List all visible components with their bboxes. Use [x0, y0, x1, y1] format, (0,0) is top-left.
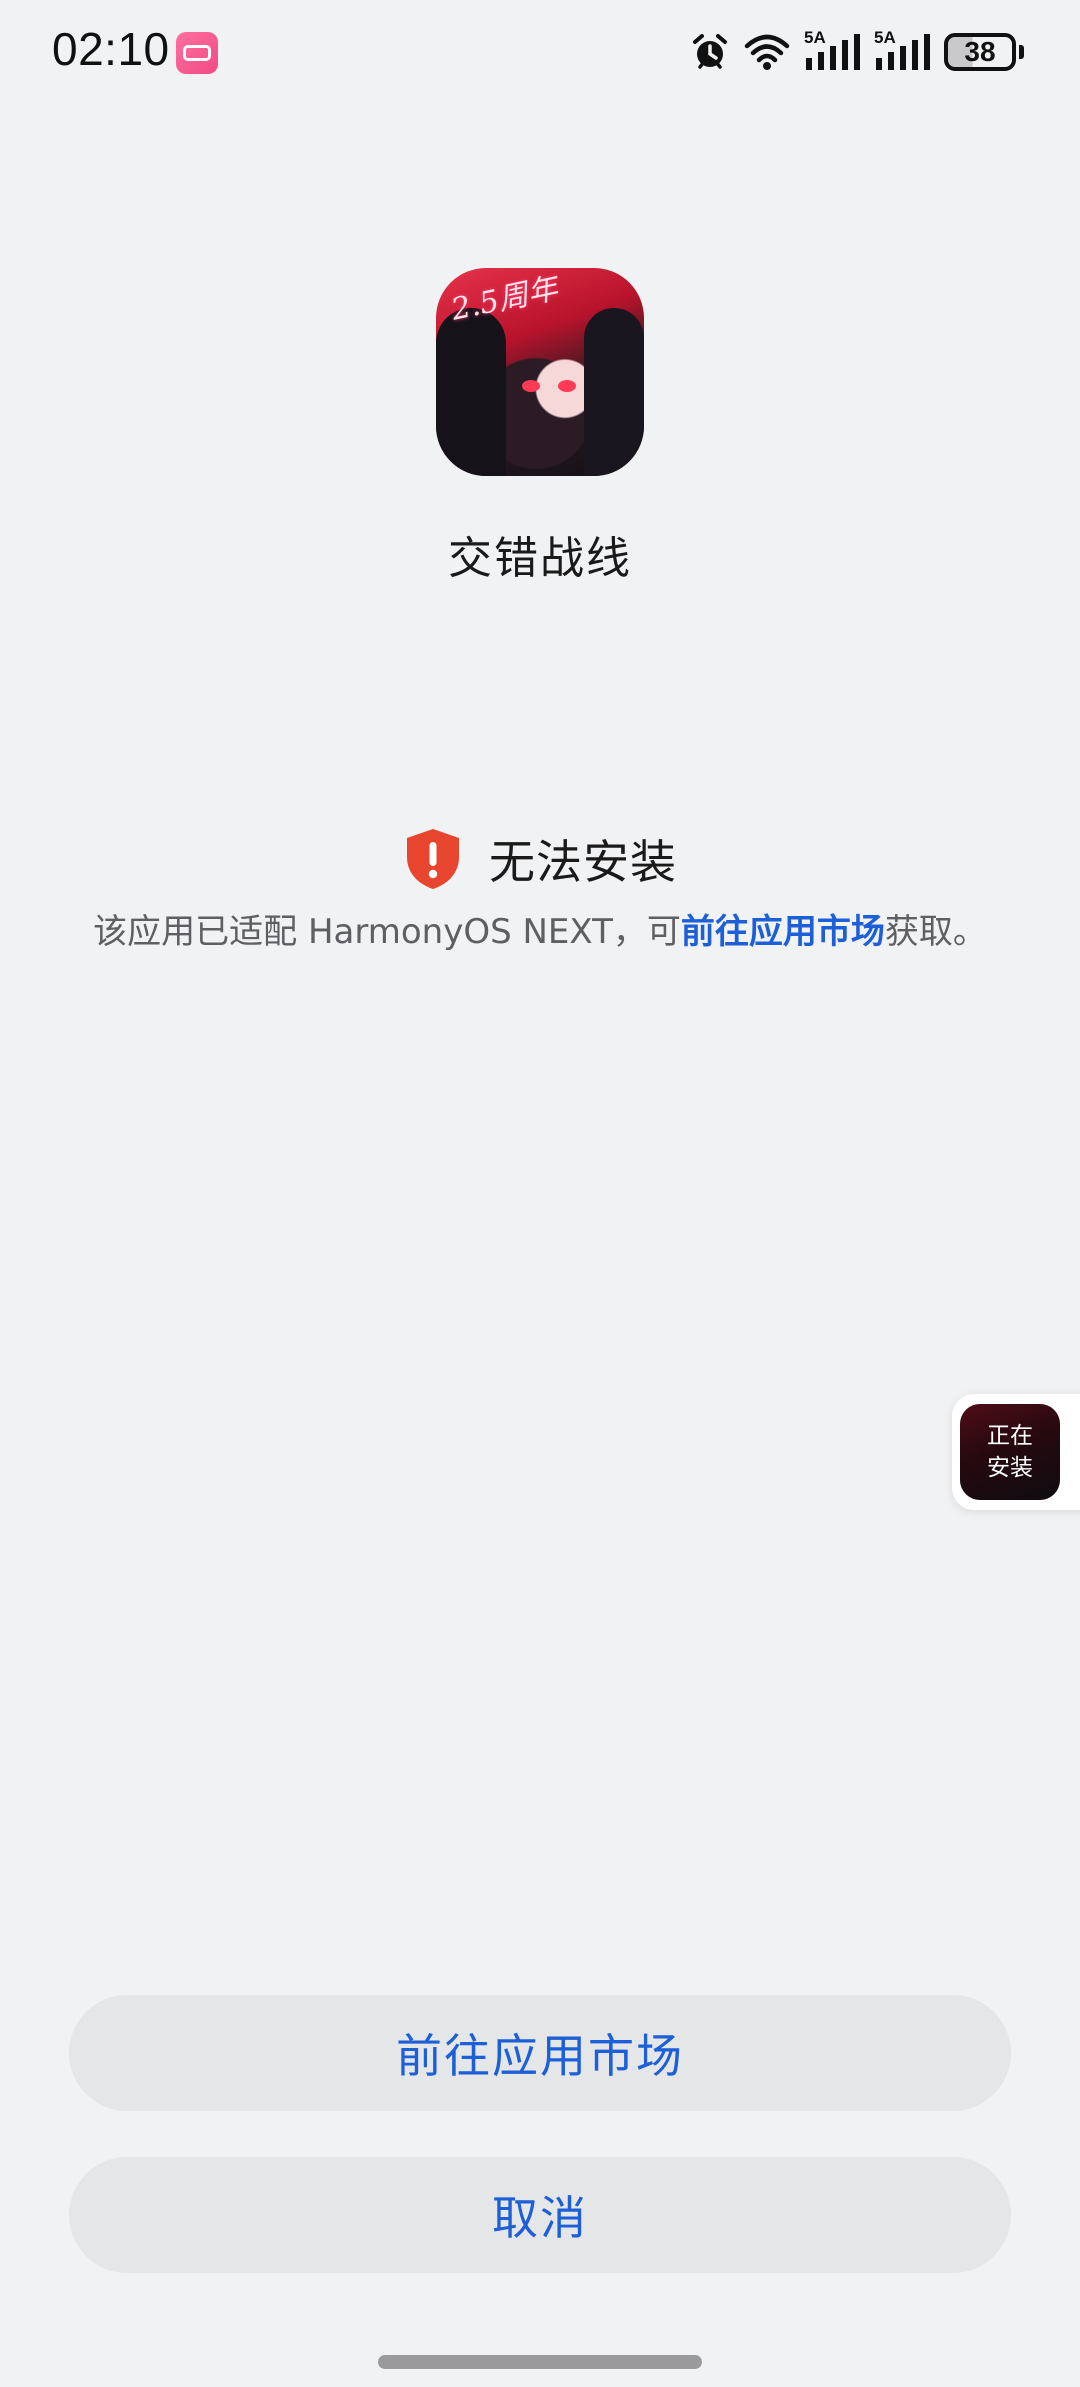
status-time: 02:10: [52, 23, 170, 75]
app-icon: 2.5周年: [436, 268, 644, 476]
error-desc-prefix: 该应用已适配 HarmonyOS NEXT，可: [93, 912, 681, 952]
cellular-signal-1-icon: 5A: [804, 28, 860, 72]
app-market-link[interactable]: 前往应用市场: [681, 912, 885, 952]
battery-level: 38: [944, 33, 1016, 71]
wifi-icon: [744, 34, 790, 70]
home-indicator[interactable]: [378, 2355, 702, 2369]
installing-app-thumbnail: 正在 安装: [960, 1404, 1060, 1500]
error-title: 无法安装: [489, 835, 677, 889]
cellular-signal-2-icon: 5A: [874, 28, 930, 72]
app-icon-badge: 2.5周年: [448, 271, 561, 328]
status-icons: 5A 5A 38: [690, 28, 1024, 74]
go-to-app-market-button[interactable]: 前往应用市场: [69, 1995, 1011, 2111]
installing-label-line2: 安装: [987, 1455, 1033, 1481]
installing-label-line1: 正在: [987, 1423, 1033, 1449]
error-header: 无法安装: [0, 826, 1080, 892]
alarm-icon: [693, 34, 727, 69]
battery-icon: 38: [944, 33, 1024, 71]
app-name: 交错战线: [448, 533, 632, 584]
bilibili-icon: [176, 32, 218, 74]
error-desc-suffix: 获取。: [884, 912, 987, 952]
status-bar: 02:10 5A 5A 38: [0, 0, 1080, 100]
warning-shield-icon: [407, 829, 459, 889]
error-description: 该应用已适配 HarmonyOS NEXT，可前往应用市场获取。: [0, 904, 1080, 953]
cancel-button[interactable]: 取消: [69, 2157, 1011, 2273]
installing-floating-widget[interactable]: 正在 安装: [952, 1394, 1080, 1510]
